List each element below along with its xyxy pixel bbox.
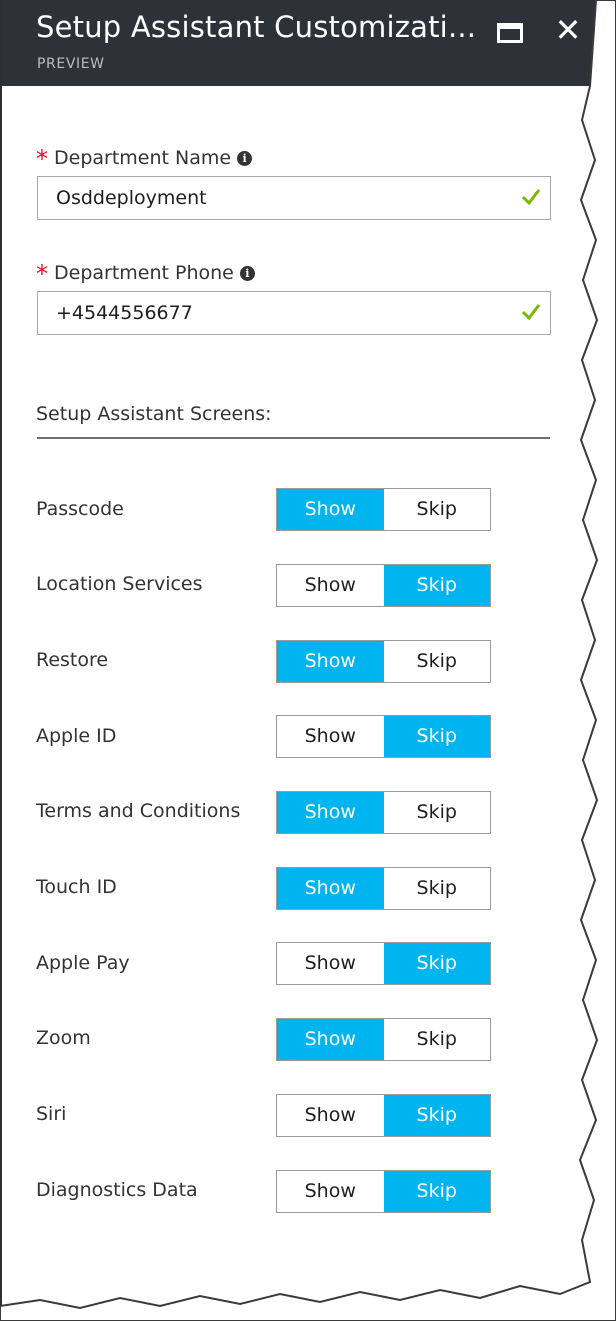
touch-id-skip-button[interactable]: Skip (384, 868, 491, 909)
siri-toggle: Show Skip (276, 1094, 491, 1137)
checkmark-icon (521, 189, 541, 206)
apple-pay-toggle: Show Skip (276, 942, 491, 985)
blade-subtitle: PREVIEW (37, 56, 105, 72)
zoom-show-button[interactable]: Show (277, 1019, 384, 1060)
department-name-value: Osddeployment (56, 187, 207, 209)
location-services-show-button[interactable]: Show (277, 565, 384, 606)
close-icon[interactable]: ✕ (550, 12, 586, 48)
maximize-icon[interactable] (497, 23, 523, 43)
screen-label-location-services: Location Services (36, 573, 203, 595)
department-phone-label-text: Department Phone (54, 262, 234, 284)
apple-id-skip-button[interactable]: Skip (383, 716, 490, 757)
screen-label-apple-id: Apple ID (36, 725, 117, 747)
screen-label-zoom: Zoom (36, 1027, 91, 1049)
apple-pay-show-button[interactable]: Show (277, 943, 384, 984)
apple-pay-skip-button[interactable]: Skip (383, 943, 490, 984)
screen-label-siri: Siri (36, 1103, 67, 1125)
required-asterisk: * (36, 260, 48, 288)
required-asterisk: * (36, 145, 48, 173)
department-phone-field[interactable]: +4544556677 (37, 291, 551, 335)
restore-show-button[interactable]: Show (277, 641, 384, 682)
screen-label-restore: Restore (36, 649, 109, 671)
screen-label-terms-and-conditions: Terms and Conditions (36, 800, 241, 822)
siri-show-button[interactable]: Show (277, 1095, 384, 1136)
terms-and-conditions-skip-button[interactable]: Skip (384, 792, 491, 833)
department-name-label: * Department Name i (36, 142, 253, 173)
screen-label-diagnostics-data: Diagnostics Data (36, 1179, 198, 1201)
restore-skip-button[interactable]: Skip (384, 641, 491, 682)
touch-id-toggle: Show Skip (276, 867, 491, 910)
screen-label-passcode: Passcode (36, 498, 124, 520)
diagnostics-data-show-button[interactable]: Show (277, 1171, 384, 1212)
screen-label-touch-id: Touch ID (36, 876, 117, 898)
passcode-skip-button[interactable]: Skip (384, 489, 491, 530)
siri-skip-button[interactable]: Skip (383, 1095, 490, 1136)
diagnostics-data-toggle: Show Skip (276, 1170, 491, 1213)
zoom-toggle: Show Skip (276, 1018, 491, 1061)
zoom-skip-button[interactable]: Skip (384, 1019, 491, 1060)
department-phone-value: +4544556677 (56, 302, 193, 324)
blade-panel: Setup Assistant Customizati... PREVIEW ✕… (0, 0, 598, 1306)
touch-id-show-button[interactable]: Show (277, 868, 384, 909)
passcode-toggle: Show Skip (276, 488, 491, 531)
restore-toggle: Show Skip (276, 640, 491, 683)
location-services-skip-button[interactable]: Skip (383, 565, 490, 606)
info-icon[interactable]: i (239, 266, 255, 281)
department-name-field[interactable]: Osddeployment (37, 176, 551, 220)
screen-label-apple-pay: Apple Pay (36, 952, 130, 974)
apple-id-toggle: Show Skip (276, 715, 491, 758)
diagnostics-data-skip-button[interactable]: Skip (383, 1171, 490, 1212)
setup-assistant-screens-heading: Setup Assistant Screens: (36, 403, 272, 425)
passcode-show-button[interactable]: Show (277, 489, 384, 530)
department-name-label-text: Department Name (54, 147, 232, 169)
info-icon[interactable]: i (237, 151, 253, 166)
location-services-toggle: Show Skip (276, 564, 491, 607)
apple-id-show-button[interactable]: Show (277, 716, 384, 757)
terms-and-conditions-show-button[interactable]: Show (277, 792, 384, 833)
section-divider (37, 437, 550, 439)
blade-header: Setup Assistant Customizati... PREVIEW ✕ (2, 0, 598, 86)
blade-title: Setup Assistant Customizati... (36, 10, 477, 44)
department-phone-label: * Department Phone i (36, 257, 255, 288)
terms-and-conditions-toggle: Show Skip (276, 791, 491, 834)
checkmark-icon (521, 304, 541, 321)
